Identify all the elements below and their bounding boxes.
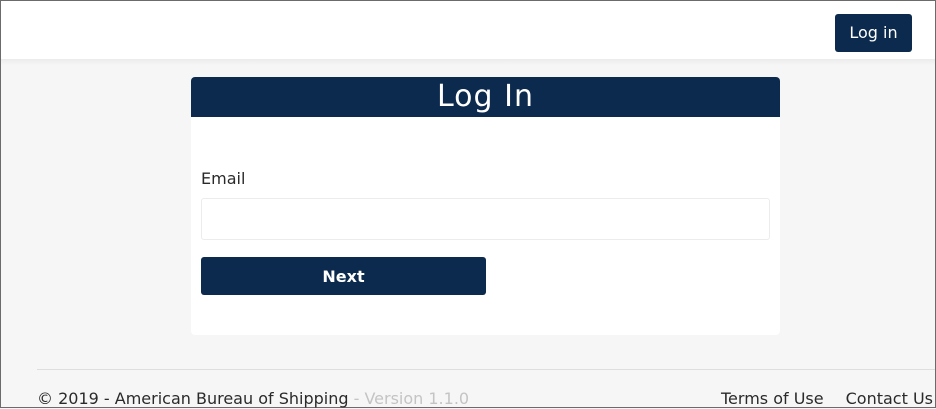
login-card-header: Log In — [191, 77, 780, 117]
footer-copyright-block: © 2019 - American Bureau of Shipping - V… — [37, 389, 469, 409]
next-button[interactable]: Next — [201, 257, 486, 295]
login-title: Log In — [437, 79, 534, 114]
email-label: Email — [201, 169, 246, 188]
copyright-text: © 2019 - American Bureau of Shipping — [37, 389, 349, 408]
contact-us-link[interactable]: Contact Us — [846, 389, 933, 408]
navbar-shadow — [1, 59, 935, 65]
footer-divider — [37, 369, 935, 370]
terms-of-use-link[interactable]: Terms of Use — [721, 389, 824, 408]
version-text: - Version 1.1.0 — [348, 389, 470, 408]
footer-links: Terms of Use Contact Us — [721, 389, 933, 409]
login-card: Log In Email Next — [191, 77, 780, 335]
top-navbar — [1, 1, 935, 59]
login-nav-button[interactable]: Log in — [835, 14, 912, 52]
email-field[interactable] — [201, 198, 770, 240]
